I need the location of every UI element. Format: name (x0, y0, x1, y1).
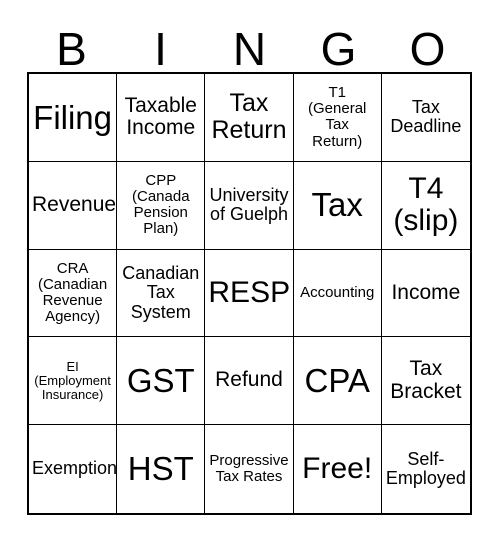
bingo-cell-r2c3[interactable]: University of Guelph (205, 161, 294, 250)
bingo-cell-label: Refund (215, 368, 283, 392)
bingo-cell-free-space[interactable]: Free! (293, 425, 382, 513)
bingo-cell-label: Tax (311, 186, 363, 224)
bingo-cell-label: Progressive Tax Rates (209, 451, 289, 486)
bingo-cell-label: Tax Bracket (390, 357, 462, 403)
bingo-cell-label: CPP (Canada Pension Plan) (132, 171, 190, 238)
bingo-cell-r5c1[interactable]: Exemption (29, 425, 118, 513)
bingo-cell-label: T1 (General Tax Return) (308, 84, 367, 150)
bingo-grid: Filing Taxable Income Tax Return T1 (Gen… (27, 72, 472, 515)
bingo-cell-r1c4[interactable]: T1 (General Tax Return) (293, 74, 382, 162)
bingo-cell-label: Canadian Tax System (122, 262, 200, 322)
bingo-cell-r1c1[interactable]: Filing (29, 74, 118, 162)
bingo-cell-label: Exemption (32, 458, 118, 479)
bingo-cell-r4c5[interactable]: Tax Bracket (381, 337, 470, 426)
bingo-header-letter-i: I (154, 23, 167, 75)
bingo-cell-r5c2[interactable]: HST (117, 425, 206, 513)
bingo-cell-label: CRA (Canadian Revenue Agency) (37, 259, 108, 326)
bingo-cell-r5c3[interactable]: Progressive Tax Rates (205, 425, 294, 513)
bingo-cell-r1c3[interactable]: Tax Return (205, 74, 294, 162)
bingo-cell-label: Tax Deadline (390, 96, 462, 137)
bingo-header-letter-b: B (56, 23, 87, 75)
bingo-cell-label: T4 (slip) (393, 171, 459, 238)
bingo-cell-r2c5[interactable]: T4 (slip) (381, 161, 470, 250)
bingo-cell-r3c3[interactable]: RESP (205, 249, 294, 338)
bingo-cell-label: Revenue (32, 192, 117, 216)
bingo-cell-label: Income (391, 280, 461, 304)
bingo-cell-r2c2[interactable]: CPP (Canada Pension Plan) (117, 161, 206, 250)
bingo-cell-label: HST (127, 450, 194, 488)
bingo-cell-r2c4[interactable]: Tax (293, 161, 382, 250)
bingo-cell-label: Accounting (300, 283, 375, 301)
bingo-cell-r4c4[interactable]: CPA (293, 337, 382, 426)
bingo-cell-r3c5[interactable]: Income (381, 249, 470, 338)
bingo-header-letter-o: O (409, 23, 446, 75)
bingo-header-letter-n: N (232, 23, 267, 75)
bingo-cell-label: RESP (208, 275, 291, 309)
bingo-cell-label: Free! (302, 451, 373, 485)
bingo-cell-r4c3[interactable]: Refund (205, 337, 294, 426)
bingo-cell-r1c2[interactable]: Taxable Income (117, 74, 206, 162)
bingo-cell-r2c1[interactable]: Revenue (29, 161, 118, 250)
bingo-cell-r3c4[interactable]: Accounting (293, 249, 382, 338)
bingo-cell-r4c2[interactable]: GST (117, 337, 206, 426)
bingo-cell-label: Self- Employed (385, 448, 466, 489)
bingo-cell-label: GST (126, 361, 195, 399)
bingo-cell-r3c1[interactable]: CRA (Canadian Revenue Agency) (29, 249, 118, 338)
bingo-card: B I N G O Filing Taxable Income Tax Retu… (0, 0, 500, 544)
bingo-cell-label: Tax Return (211, 89, 287, 145)
bingo-cell-label: EI (Employment Insurance) (34, 358, 111, 402)
bingo-cell-label: Filing (33, 98, 113, 136)
bingo-header-row: B I N G O (27, 16, 472, 72)
bingo-header-letter-g: G (320, 23, 357, 75)
bingo-cell-label: CPA (304, 361, 370, 399)
bingo-cell-r1c5[interactable]: Tax Deadline (381, 74, 470, 162)
bingo-cell-r5c5[interactable]: Self- Employed (381, 425, 470, 513)
bingo-cell-label: Taxable Income (124, 93, 197, 140)
bingo-cell-label: University of Guelph (209, 184, 289, 225)
bingo-cell-r4c1[interactable]: EI (Employment Insurance) (29, 337, 118, 426)
bingo-cell-r3c2[interactable]: Canadian Tax System (117, 249, 206, 338)
